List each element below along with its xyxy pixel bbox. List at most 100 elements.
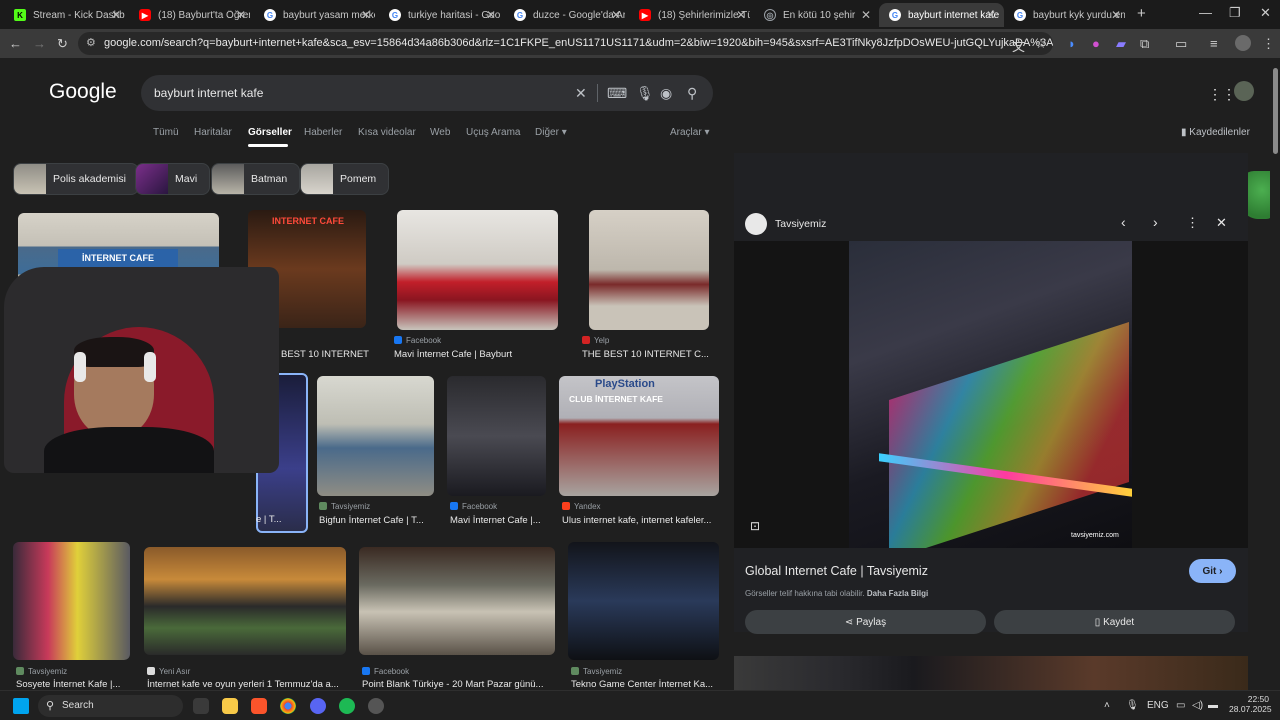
result-title[interactable]: Mavi İnternet Cafe |... (450, 515, 550, 526)
close-tab-icon[interactable]: ✕ (736, 8, 746, 22)
language-indicator[interactable]: ENG (1147, 700, 1169, 711)
chrome-icon[interactable] (280, 698, 296, 714)
forward-icon[interactable]: → (33, 36, 46, 51)
minimize-icon[interactable]: — (1199, 5, 1212, 20)
reload-icon[interactable]: ↻ (57, 36, 68, 52)
profile-avatar[interactable] (1235, 35, 1251, 51)
result-title[interactable]: THE BEST 10 INTERNET C... (582, 349, 712, 360)
brave-icon[interactable] (251, 698, 267, 714)
search-input[interactable]: bayburt internet kafe (154, 86, 263, 100)
result-title[interactable]: İnternet kafe ve oyun yerleri 1 Temmuz'd… (147, 679, 347, 690)
chip-batman[interactable]: Batman (211, 163, 301, 195)
more-options-icon[interactable]: ⋮ (1186, 215, 1199, 231)
network-icon[interactable]: ▭ (1176, 700, 1185, 711)
windows-start-icon[interactable] (13, 698, 29, 714)
preview-image[interactable]: tavsiyemiz.com (849, 241, 1132, 548)
chip-mavi[interactable]: Mavi (135, 163, 211, 195)
clock[interactable]: 22:50 28.07.2025 (1229, 694, 1272, 714)
result-image[interactable] (13, 542, 130, 660)
result-title[interactable]: Tekno Game Center İnternet Ka... (571, 679, 719, 690)
tray-chevron-icon[interactable]: ˄ (1104, 700, 1110, 711)
next-icon[interactable]: › (1153, 214, 1158, 230)
tab-all[interactable]: Tümü (153, 127, 179, 138)
search-box[interactable]: bayburt internet kafe ✕ ⌨ 🎙︎ ◉ ⚲ (141, 75, 713, 111)
result-title[interactable]: Mavi İnternet Cafe | Bayburt (394, 349, 559, 360)
result-title[interactable]: Bigfun İnternet Cafe | T... (319, 515, 434, 526)
microphone-icon[interactable]: 🎙︎ (1126, 700, 1139, 711)
menu-kebab-icon[interactable]: ⋮ (1262, 36, 1275, 52)
close-tab-icon[interactable]: ✕ (611, 8, 621, 22)
battery-icon[interactable]: ▬ (1208, 700, 1218, 711)
share-button[interactable]: ⋖ Paylaş (745, 610, 986, 634)
result-title[interactable]: Point Blank Türkiye - 20 Mart Pazar günü… (362, 679, 552, 690)
translate-icon[interactable]: 文 (1012, 36, 1025, 55)
obs-icon[interactable] (368, 698, 384, 714)
tab-google-3[interactable]: G duzce - Google'da Ara ✕ (504, 3, 629, 27)
result-image[interactable] (447, 376, 546, 496)
tab-google-4[interactable]: G bayburt kyk yurdu en ✕ (1004, 3, 1129, 27)
tab-flights[interactable]: Uçuş Arama (466, 127, 520, 138)
tab-youtube-2[interactable]: ▶ (18) Şehirlerimizle Tür ✕ (629, 3, 754, 27)
preview-title[interactable]: Global Internet Cafe | Tavsiyemiz (745, 564, 928, 578)
chip-polis-akademisi[interactable]: Polis akademisi (13, 163, 139, 195)
result-image[interactable] (568, 542, 719, 660)
tab-web[interactable]: Web (430, 127, 450, 138)
save-button[interactable]: ▯ Kaydet (994, 610, 1235, 634)
more-info-link[interactable]: Daha Fazla Bilgi (867, 589, 928, 598)
side-panel-icon[interactable]: ▭ (1175, 36, 1187, 52)
file-explorer-icon[interactable] (222, 698, 238, 714)
extension-icon[interactable]: ◗ (1068, 36, 1076, 51)
visit-button[interactable]: Git › (1189, 559, 1236, 583)
saved-button[interactable]: ▮ Kaydedilenler (1181, 127, 1250, 138)
page-scrollbar[interactable] (1270, 58, 1280, 690)
chip-pomem[interactable]: Pomem (300, 163, 390, 195)
scrollbar-thumb[interactable] (1273, 68, 1278, 154)
previous-icon[interactable]: ‹ (1121, 214, 1126, 230)
taskbar-search[interactable]: ⚲ Search (38, 695, 183, 717)
related-images-strip[interactable] (734, 656, 1248, 690)
close-tab-icon[interactable]: ✕ (361, 8, 371, 22)
google-logo[interactable]: Google (49, 80, 117, 104)
close-tab-icon[interactable]: ✕ (111, 8, 121, 22)
tab-youtube-1[interactable]: ▶ (18) Bayburt'ta Öğrenci✕ (129, 3, 254, 27)
tab-globe[interactable]: ◎ En kötü 10 şehir ✕ (754, 3, 879, 27)
clear-icon[interactable]: ✕ (575, 85, 587, 102)
result-image[interactable] (589, 210, 709, 330)
result-image[interactable] (317, 376, 434, 496)
volume-icon[interactable]: ◁) (1192, 700, 1203, 711)
lens-icon[interactable]: ⊡ (750, 519, 760, 533)
tab-kick[interactable]: K Stream - Kick Dashboard✕ (4, 3, 129, 27)
tools-button[interactable]: Araçlar ▾ (670, 127, 710, 138)
close-tab-icon[interactable]: ✕ (236, 8, 246, 22)
restore-icon[interactable]: ❐ (1229, 5, 1241, 21)
keyboard-icon[interactable]: ⌨ (607, 85, 627, 102)
close-icon[interactable]: ✕ (1216, 215, 1227, 231)
tab-short-videos[interactable]: Kısa videolar (358, 127, 416, 138)
result-image[interactable] (397, 210, 558, 330)
extensions-puzzle-icon[interactable]: ⧉ (1140, 36, 1149, 52)
microphone-icon[interactable]: 🎙︎ (636, 85, 654, 102)
tab-more[interactable]: Diğer ▾ (535, 127, 567, 138)
address-bar[interactable]: ⚙ google.com/search?q=bayburt+internet+k… (78, 32, 1053, 55)
close-window-icon[interactable]: ✕ (1260, 5, 1271, 21)
close-tab-icon[interactable]: ✕ (1111, 8, 1121, 22)
tab-news[interactable]: Haberler (304, 127, 342, 138)
discord-icon[interactable] (310, 698, 326, 714)
search-icon[interactable]: ⚲ (687, 85, 697, 102)
bookmark-star-icon[interactable]: ☆ (1035, 36, 1047, 52)
result-image[interactable] (359, 547, 555, 655)
extension-icon[interactable]: ● (1092, 36, 1100, 51)
result-image[interactable]: PlayStation CLUB İNTERNET KAFE (559, 376, 719, 496)
close-tab-icon[interactable]: ✕ (986, 8, 996, 22)
tab-images[interactable]: Görseller (248, 127, 292, 138)
back-icon[interactable]: ← (9, 36, 22, 51)
result-image[interactable] (144, 547, 346, 655)
account-avatar[interactable] (1234, 81, 1254, 101)
extension-icon[interactable]: ▰ (1116, 36, 1126, 52)
close-tab-icon[interactable]: ✕ (861, 8, 871, 22)
tab-google-2[interactable]: G turkiye haritasi - Google✕ (379, 3, 504, 27)
tab-search-icon[interactable]: ≡ (1210, 36, 1218, 51)
result-title[interactable]: Sosyete İnternet Kafe |... (16, 679, 131, 690)
result-title[interactable]: BEST 10 INTERNET C... (281, 349, 371, 360)
lens-icon[interactable]: ◉ (660, 85, 672, 102)
